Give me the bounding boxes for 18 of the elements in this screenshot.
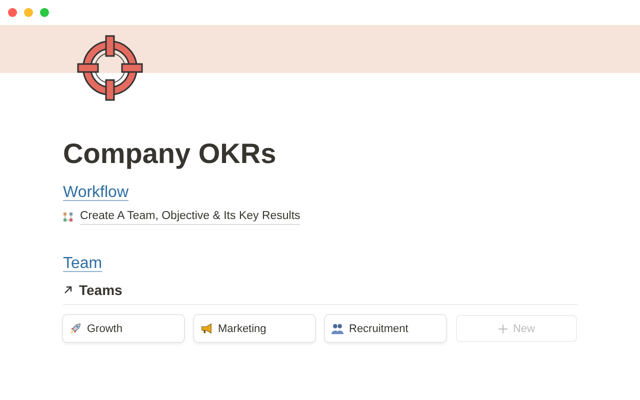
- team-card[interactable]: Growth: [63, 315, 184, 342]
- team-card[interactable]: Marketing: [194, 315, 315, 342]
- maximize-dot[interactable]: [40, 8, 49, 17]
- page-title: Company OKRs: [63, 138, 278, 170]
- minimize-dot[interactable]: [24, 8, 33, 17]
- workflow-icon: [63, 212, 73, 222]
- megaphone-icon: [200, 322, 213, 335]
- team-card[interactable]: Recruitment: [325, 315, 446, 342]
- rocket-icon: [69, 322, 82, 335]
- people-icon: [331, 322, 344, 335]
- arrow-icon: [63, 285, 73, 295]
- section-heading-link[interactable]: Team: [63, 253, 102, 275]
- view-title: Teams: [79, 282, 122, 298]
- crosshair-icon: [77, 35, 143, 101]
- close-dot[interactable]: [8, 8, 17, 17]
- section-heading-link[interactable]: Workflow: [63, 182, 128, 204]
- page-link[interactable]: Create A Team, Objective & Its Key Results: [80, 208, 300, 225]
- plus-icon: [498, 324, 508, 334]
